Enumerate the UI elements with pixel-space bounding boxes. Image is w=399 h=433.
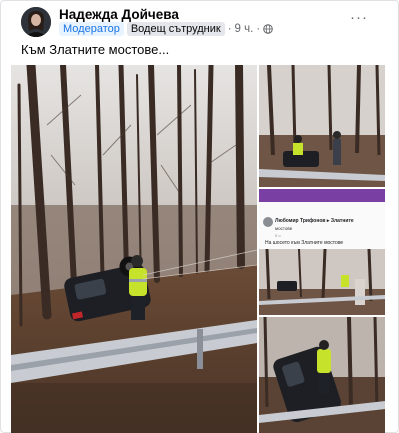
screenshot-post-text: На шосето към Златните мостове [265, 240, 344, 246]
globe-icon [263, 24, 273, 34]
photo-bottom-right[interactable] [259, 317, 385, 433]
more-options-button[interactable]: ··· [350, 9, 368, 26]
group-header-bar [259, 189, 385, 202]
screenshot-author-line: Любомир Трифонов ▸ Златните [275, 218, 354, 224]
photo-main[interactable] [11, 65, 257, 433]
avatar-image [21, 7, 51, 37]
meta-separator: · [227, 23, 232, 35]
screenshot-time: 5 ч. [275, 233, 282, 238]
avatar[interactable] [21, 7, 51, 37]
moderator-badge[interactable]: Модератор [59, 22, 124, 36]
photo-road-scene [259, 249, 385, 315]
screenshot-group-line: мостове [275, 226, 293, 231]
photo-car-closeup [259, 317, 385, 433]
post-text: Към Златните мостове... [21, 42, 170, 57]
photo-top-right[interactable] [259, 65, 385, 187]
photo-grid: Любомир Трифонов ▸ Златните мостове 5 ч.… [11, 65, 385, 433]
meta-separator: · [256, 23, 261, 35]
top-contributor-badge[interactable]: Водещ сътрудник [126, 22, 225, 36]
photo-mid-right[interactable] [259, 249, 385, 315]
photo-car-overturned-forest [11, 65, 257, 433]
post-card: Надежда Дойчева Модератор Водещ сътрудни… [0, 0, 399, 433]
photo-rescue-workers [259, 65, 385, 187]
post-timestamp[interactable]: 9 ч. [235, 23, 254, 35]
screenshot-avatar-icon [263, 217, 273, 227]
post-meta: Модератор Водещ сътрудник · 9 ч. · [59, 22, 273, 36]
photo-screenshot-post[interactable]: Любомир Трифонов ▸ Златните мостове 5 ч.… [259, 189, 385, 251]
post-author-name[interactable]: Надежда Дойчева [59, 7, 179, 22]
